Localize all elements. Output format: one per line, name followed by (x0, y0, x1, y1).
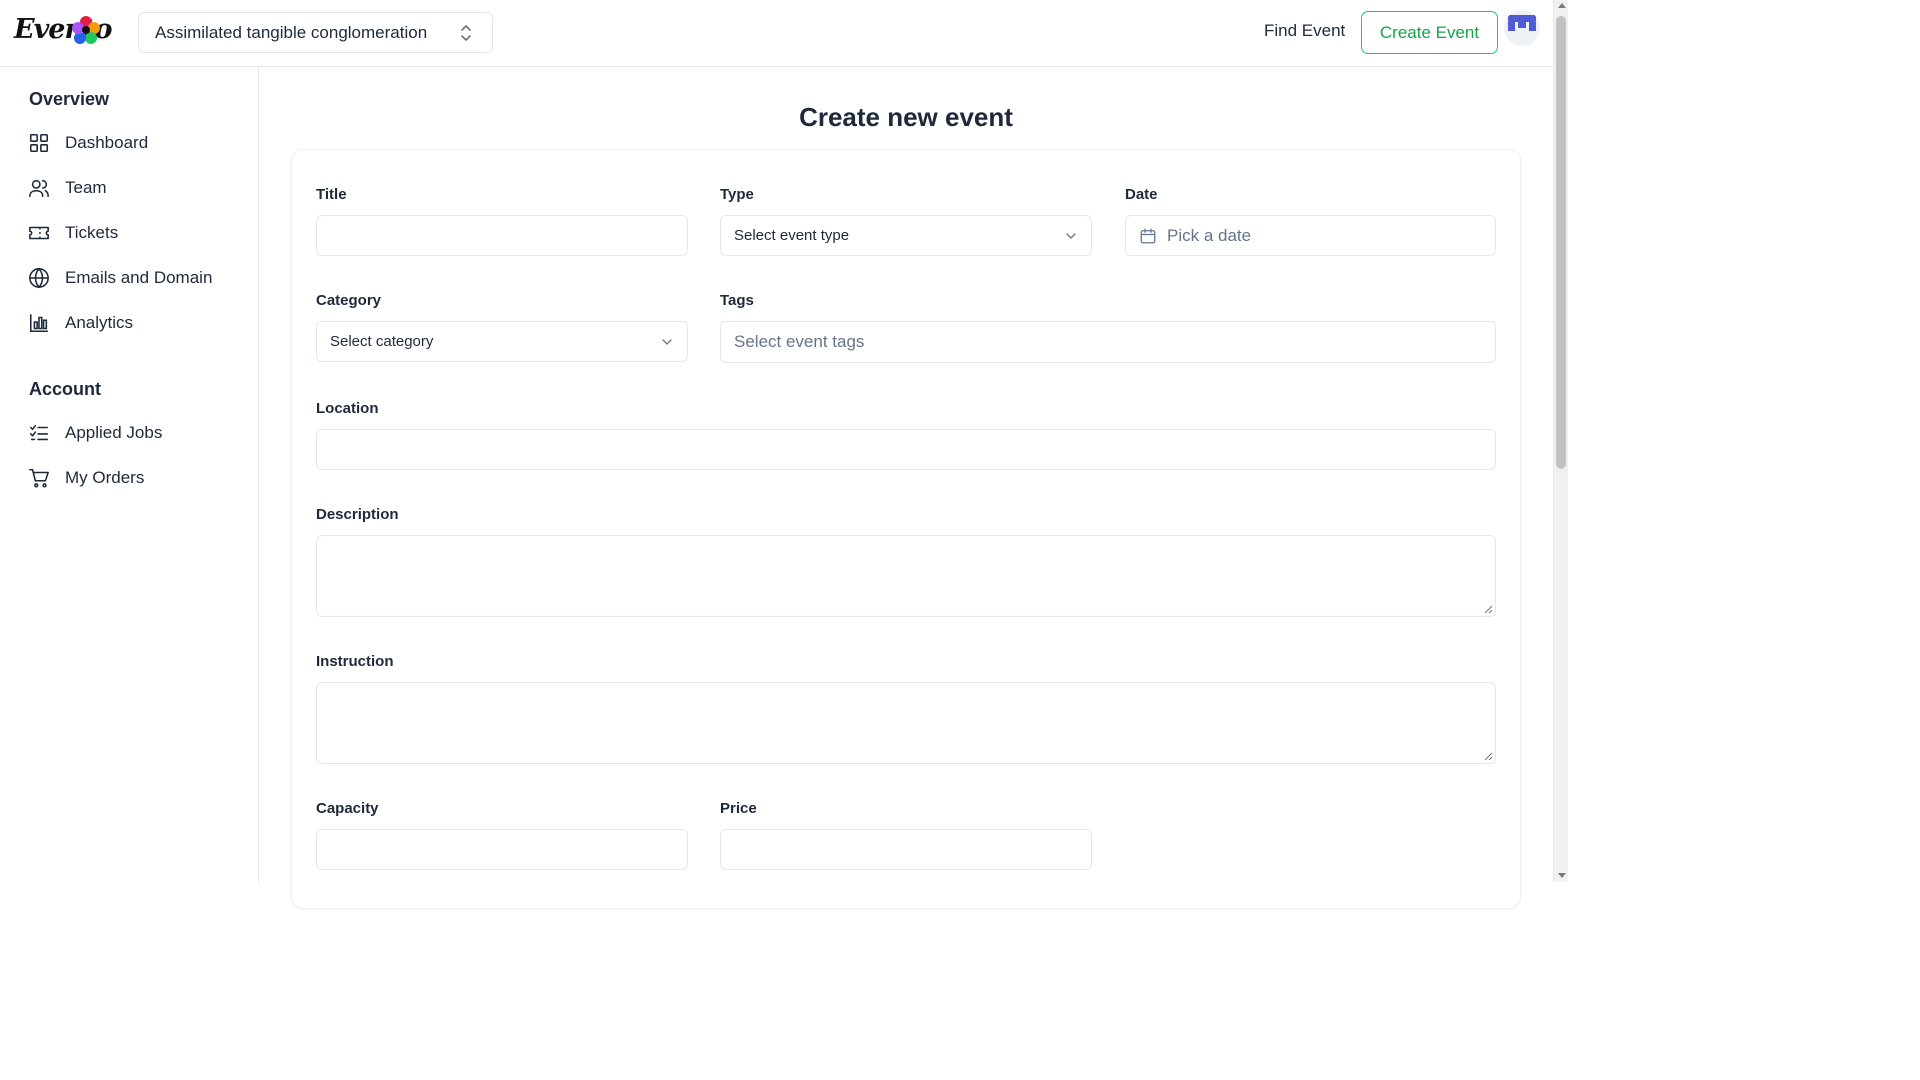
avatar[interactable] (1504, 10, 1540, 46)
sidebar-item-analytics[interactable]: Analytics (28, 306, 243, 340)
chevron-down-icon (662, 339, 672, 345)
sidebar-item-label: Tickets (65, 223, 119, 242)
sidebar: Overview Dashboard Team Tickets Emails a… (0, 67, 259, 882)
location-input[interactable] (316, 429, 1496, 470)
sidebar-item-label: Emails and Domain (65, 268, 213, 287)
capacity-label: Capacity (316, 800, 379, 817)
organization-name: Assimilated tangible conglomeration (155, 22, 428, 42)
tags-placeholder: Select event tags (734, 332, 865, 351)
chevron-down-icon (1066, 233, 1076, 239)
chevrons-up-down-icon (461, 25, 471, 41)
title-label: Title (316, 186, 347, 203)
instruction-textarea[interactable] (316, 682, 1496, 764)
event-type-select[interactable]: Select event type (720, 215, 1092, 256)
sidebar-item-emails-and-domain[interactable]: Emails and Domain (28, 261, 243, 295)
flower-logo-icon (72, 16, 100, 44)
find-event-link[interactable]: Find Event (1264, 21, 1345, 41)
users-icon (29, 179, 49, 198)
cart-icon (29, 468, 49, 488)
sidebar-item-tickets[interactable]: Tickets (28, 216, 243, 250)
calendar-icon (1140, 228, 1156, 243)
sidebar-section-account: Account (29, 379, 101, 399)
date-label: Date (1125, 186, 1158, 203)
checklist-icon (29, 424, 49, 441)
evento-logo[interactable]: Evento (14, 12, 113, 52)
page-scrollbar[interactable] (1553, 0, 1568, 882)
create-event-form-card (291, 149, 1521, 909)
category-select[interactable]: Select category (316, 321, 688, 362)
tags-label: Tags (720, 292, 754, 309)
capacity-input[interactable] (316, 829, 688, 870)
date-picker[interactable]: Pick a date (1125, 215, 1496, 256)
sidebar-item-label: Team (65, 178, 107, 197)
resize-grip-icon[interactable] (1484, 752, 1493, 761)
type-label: Type (720, 186, 754, 203)
description-label: Description (316, 506, 399, 523)
scroll-thumb[interactable] (1556, 16, 1566, 469)
category-placeholder: Select category (330, 333, 434, 350)
sidebar-item-label: Analytics (65, 313, 134, 332)
organization-switcher[interactable]: Assimilated tangible conglomeration (138, 12, 493, 53)
avatar-image (1508, 15, 1536, 31)
page-title: Create new event (799, 102, 1013, 132)
sidebar-item-dashboard[interactable]: Dashboard (28, 126, 243, 160)
sidebar-item-team[interactable]: Team (28, 171, 243, 205)
scroll-up-arrow-icon[interactable] (1558, 3, 1566, 8)
sidebar-item-label: My Orders (65, 468, 145, 487)
category-label: Category (316, 292, 382, 309)
globe-icon (29, 267, 49, 289)
location-label: Location (316, 400, 379, 417)
scroll-down-arrow-icon[interactable] (1558, 873, 1566, 878)
top-bar: Evento Assimilated tangible conglomerati… (0, 0, 1553, 67)
resize-grip-icon[interactable] (1484, 605, 1493, 614)
sidebar-section-overview: Overview (29, 89, 110, 109)
sidebar-item-label: Applied Jobs (65, 423, 163, 442)
price-input[interactable] (720, 829, 1092, 870)
grid-icon (29, 133, 49, 153)
price-label: Price (720, 800, 757, 817)
bar-chart-icon (29, 313, 49, 333)
tags-multiselect[interactable]: Select event tags (720, 321, 1496, 363)
sidebar-item-my-orders[interactable]: My Orders (28, 461, 243, 495)
title-input[interactable] (316, 215, 688, 256)
instruction-label: Instruction (316, 653, 394, 670)
sidebar-item-applied-jobs[interactable]: Applied Jobs (28, 416, 243, 450)
event-type-placeholder: Select event type (734, 227, 850, 244)
ticket-icon (29, 226, 49, 240)
create-event-button[interactable]: Create Event (1361, 11, 1498, 54)
sidebar-item-label: Dashboard (65, 133, 149, 152)
description-textarea[interactable] (316, 535, 1496, 617)
date-placeholder: Pick a date (1167, 225, 1252, 245)
